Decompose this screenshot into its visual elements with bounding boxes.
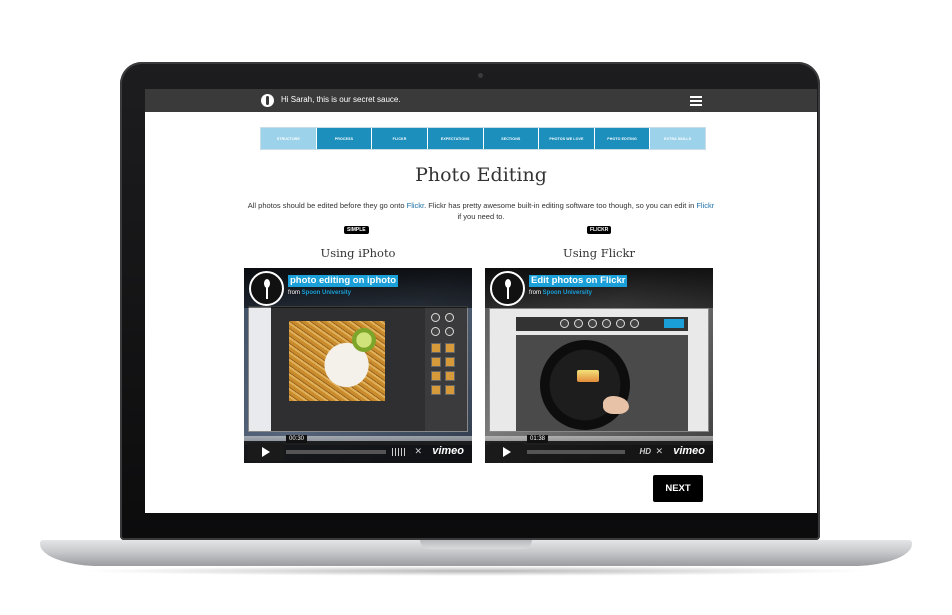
- greeting-text: Hi Sarah, this is our secret sauce.: [281, 95, 401, 104]
- vimeo-logo-icon[interactable]: vimeo: [673, 445, 705, 458]
- spoon-university-avatar-icon[interactable]: [490, 271, 525, 306]
- volume-icon[interactable]: [392, 448, 406, 456]
- video-title[interactable]: Edit photos on Flickr: [529, 275, 628, 287]
- camera-icon: [478, 73, 483, 78]
- flickr-link[interactable]: Flickr: [407, 201, 425, 210]
- tab-flickr[interactable]: FLICKR: [372, 128, 428, 149]
- video-player-iphoto[interactable]: photo editing on iphoto from Spoon Unive…: [244, 268, 472, 463]
- section-tabs: STRUCTURE PROCESS FLICKR EXPECTATIONS SE…: [260, 127, 706, 150]
- tab-photo-editing[interactable]: PHOTO EDITING: [594, 128, 651, 149]
- play-button[interactable]: [489, 443, 525, 461]
- uploader-link[interactable]: Spoon University: [543, 290, 592, 296]
- uploader-link[interactable]: Spoon University: [302, 290, 351, 296]
- video-duration: 01:38: [527, 435, 549, 443]
- from-label: from: [529, 290, 541, 296]
- food-photo: [577, 370, 599, 382]
- flickr-link[interactable]: Flickr: [696, 201, 714, 210]
- tab-expectations[interactable]: EXPECTATIONS: [427, 128, 484, 149]
- video-player-flickr[interactable]: Edit photos on Flickr from Spoon Univers…: [485, 268, 713, 463]
- laptop-shadow: [80, 566, 872, 576]
- hand-photo: [603, 396, 629, 414]
- video-byline: from Spoon University: [529, 289, 592, 297]
- page-title: Photo Editing: [415, 164, 547, 186]
- video-header: Edit photos on Flickr from Spoon Univers…: [485, 268, 713, 308]
- top-bar: Hi Sarah, this is our secret sauce.: [145, 89, 817, 112]
- spoon-logo-icon[interactable]: [261, 94, 274, 107]
- hamburger-menu-icon[interactable]: [690, 96, 702, 106]
- intro-text: . Flickr has pretty awesome built-in edi…: [424, 201, 697, 210]
- spoon-university-avatar-icon[interactable]: [249, 271, 284, 306]
- intro-text: All photos should be edited before they …: [247, 201, 407, 210]
- play-button[interactable]: [248, 443, 284, 461]
- tab-extra-skills[interactable]: EXTRA SKILLS: [650, 128, 705, 149]
- fullscreen-icon[interactable]: ✕: [655, 447, 663, 456]
- intro-paragraph: All photos should be edited before they …: [245, 200, 717, 222]
- vimeo-logo-icon[interactable]: vimeo: [432, 445, 464, 458]
- fullscreen-icon[interactable]: ✕: [414, 447, 422, 456]
- tab-structure[interactable]: STRUCTURE: [261, 128, 317, 149]
- progress-bar[interactable]: [286, 450, 386, 454]
- from-label: from: [288, 290, 300, 296]
- screen: Hi Sarah, this is our secret sauce. STRU…: [145, 89, 817, 513]
- tab-process[interactable]: PROCESS: [316, 128, 373, 149]
- tab-sections[interactable]: SECTIONS: [483, 128, 540, 149]
- video-controls: 00:30 ✕ vimeo: [244, 435, 472, 463]
- video-header: photo editing on iphoto from Spoon Unive…: [244, 268, 472, 308]
- video-duration: 00:30: [286, 435, 308, 443]
- video-title[interactable]: photo editing on iphoto: [288, 275, 399, 287]
- badge-simple: SIMPLE: [344, 226, 369, 234]
- tab-photos-we-love[interactable]: PHOTOS WE LOVE: [539, 128, 595, 149]
- video-controls: 01:38 HD ✕ vimeo: [485, 435, 713, 463]
- laptop-notch: [420, 540, 532, 549]
- lime-photo: [352, 328, 376, 352]
- progress-bar[interactable]: [527, 450, 625, 454]
- next-button[interactable]: NEXT: [653, 475, 703, 502]
- plate-photo: [540, 340, 630, 430]
- hd-toggle[interactable]: HD: [639, 447, 651, 456]
- heading-using-iphoto: Using iPhoto: [320, 246, 396, 260]
- video-byline: from Spoon University: [288, 289, 351, 297]
- heading-using-flickr: Using Flickr: [563, 246, 635, 260]
- badge-flickr: FLICKR: [587, 226, 612, 234]
- intro-text: if you need to.: [457, 212, 505, 221]
